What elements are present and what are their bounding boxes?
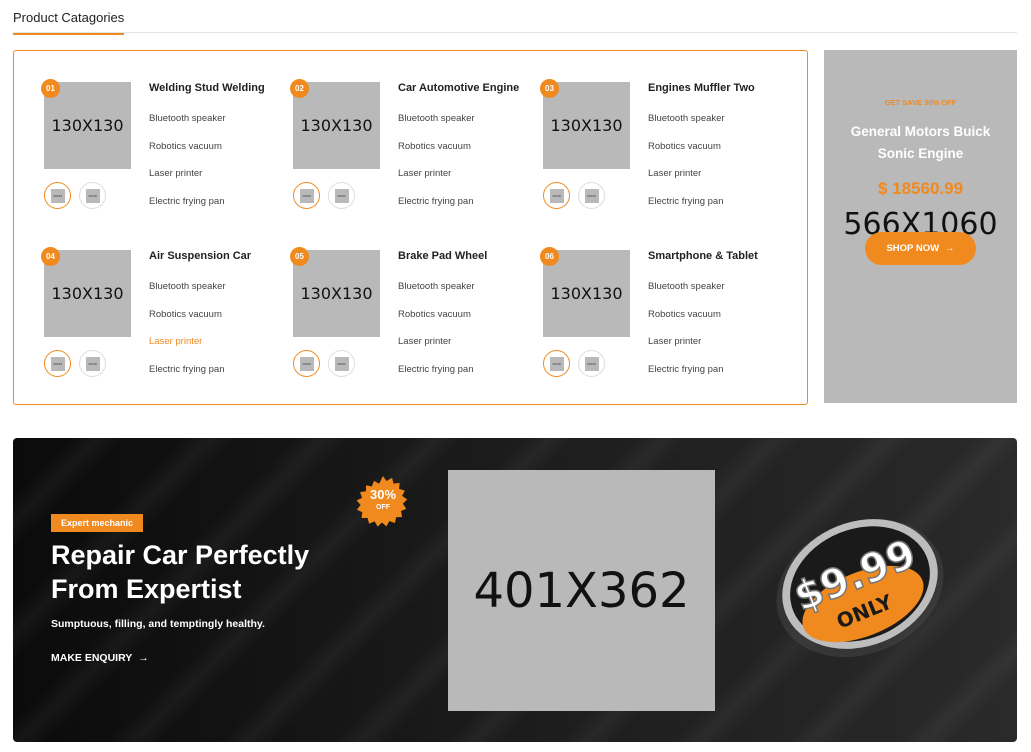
thumbnail-image: 30X30 [334,188,349,203]
categories-panel: 130X130 01 30X30 30X30 Welding Stud Weld… [13,50,808,405]
category-link[interactable]: Bluetooth speaker [398,281,475,309]
category-number-badge: 01 [41,79,60,98]
thumbnail-option[interactable]: 30X30 [328,350,355,377]
category-link[interactable]: Bluetooth speaker [648,281,725,309]
category-link[interactable]: Robotics vacuum [149,309,226,337]
thumbnail-option[interactable]: 30X30 [543,182,570,209]
category-links: Bluetooth speaker Robotics vacuum Laser … [149,281,226,391]
thumbnail-image: 30X30 [299,356,314,371]
category-link[interactable]: Electric frying pan [149,364,226,392]
category-link[interactable]: Bluetooth speaker [398,113,475,141]
category-card: 130X130 06 30X30 30X30 Smartphone & Tabl… [513,219,758,377]
promo-kicker: GET SAVE 30% OFF [884,98,957,107]
category-link[interactable]: Laser printer [398,168,475,196]
category-link[interactable]: Bluetooth speaker [648,113,725,141]
section-header: Product Catagories [13,0,1017,35]
category-link-hovered[interactable]: Laser printer [149,336,226,364]
category-name[interactable]: Brake Pad Wheel [398,250,487,262]
thumbnail-option[interactable]: 30X30 [328,182,355,209]
category-number-badge: 04 [41,247,60,266]
arrow-right-icon: → [945,243,955,254]
category-name[interactable]: Welding Stud Welding [149,82,265,94]
category-links: Bluetooth speaker Robotics vacuum Laser … [398,281,475,391]
discount-seal-percent: 30% [369,487,397,502]
banner-subtitle: Sumptuous, filling, and temptingly healt… [51,618,265,630]
thumbnail-option[interactable]: 30X30 [293,350,320,377]
category-link[interactable]: Bluetooth speaker [149,113,226,141]
thumbnail-image: 30X30 [85,188,100,203]
thumbnail-option[interactable]: 30X30 [578,182,605,209]
thumbnail-image: 30X30 [584,188,599,203]
thumbnail-image: 30X30 [584,356,599,371]
shop-now-button[interactable]: SHOP NOW → [865,232,976,265]
thumbnail-option[interactable]: 30X30 [293,182,320,209]
thumbnail-image: 30X30 [50,356,65,371]
category-links: Bluetooth speaker Robotics vacuum Laser … [648,281,725,391]
category-link[interactable]: Bluetooth speaker [149,281,226,309]
thumbnail-image: 30X30 [85,356,100,371]
category-card: 130X130 01 30X30 30X30 Welding Stud Weld… [14,51,265,209]
thumbnail-image: 30X30 [549,188,564,203]
category-card: 130X130 03 30X30 30X30 Engines Muffler T… [513,51,755,209]
category-name[interactable]: Smartphone & Tablet [648,250,758,262]
thumbnail-image: 30X30 [334,356,349,371]
banner-heading: Repair Car Perfectly From Expertist [51,538,309,606]
category-number-badge: 02 [290,79,309,98]
banner-image-placeholder: 401X362 [448,470,715,711]
thumbnail-option[interactable]: 30X30 [578,350,605,377]
category-link[interactable]: Electric frying pan [648,364,725,392]
banner-heading-line: Repair Car Perfectly [51,540,310,570]
thumbnail-option[interactable]: 30X30 [79,182,106,209]
promo-price: $ 18560.99 [877,179,964,198]
category-name[interactable]: Air Suspension Car [149,250,251,262]
thumbnail-image: 30X30 [50,188,65,203]
category-link[interactable]: Electric frying pan [398,364,475,392]
thumbnail-image: 30X30 [299,188,314,203]
category-link[interactable]: Laser printer [648,168,725,196]
thumbnail-image: 30X30 [549,356,564,371]
category-name[interactable]: Engines Muffler Two [648,82,755,94]
shop-now-label: SHOP NOW [886,243,940,254]
make-enquiry-link[interactable]: MAKE ENQUIRY → [51,652,149,664]
category-links: Bluetooth speaker Robotics vacuum Laser … [648,113,725,223]
category-card: 130X130 04 30X30 30X30 Air Suspension Ca… [14,219,254,377]
thumbnail-option[interactable]: 30X30 [44,350,71,377]
category-links: Bluetooth speaker Robotics vacuum Laser … [149,113,226,223]
category-link[interactable]: Robotics vacuum [648,309,725,337]
arrow-right-icon: → [138,652,149,664]
category-number-badge: 03 [540,79,559,98]
category-card: 130X130 05 30X30 30X30 Brake Pad Wheel B… [263,219,503,377]
category-card: 130X130 02 30X30 30X30 Car Automotive En… [263,51,519,209]
promo-card: GET SAVE 30% OFF General Motors Buick So… [824,50,1017,403]
category-links: Bluetooth speaker Robotics vacuum Laser … [398,113,475,223]
category-link[interactable]: Robotics vacuum [398,141,475,169]
category-number-badge: 05 [290,247,309,266]
make-enquiry-label: MAKE ENQUIRY [51,652,133,664]
category-link[interactable]: Robotics vacuum [149,141,226,169]
banner-tag: Expert mechanic [51,514,144,532]
category-name[interactable]: Car Automotive Engine [398,82,519,94]
category-link[interactable]: Robotics vacuum [398,309,475,337]
category-link[interactable]: Laser printer [398,336,475,364]
section-title: Product Catagories [13,10,125,35]
discount-seal-off: OFF [376,504,390,511]
thumbnail-option[interactable]: 30X30 [543,350,570,377]
price-badge: $9.99 ONLY [776,518,944,658]
category-link[interactable]: Laser printer [149,168,226,196]
thumbnail-option[interactable]: 30X30 [79,350,106,377]
promo-banner: Expert mechanic Repair Car Perfectly Fro… [13,438,1017,742]
discount-seal: 30% OFF [354,488,412,514]
category-number-badge: 06 [540,247,559,266]
promo-title: General Motors Buick Sonic Engine [850,124,991,161]
category-link[interactable]: Robotics vacuum [648,141,725,169]
banner-heading-line: From Expertist [51,574,242,604]
thumbnail-option[interactable]: 30X30 [44,182,71,209]
category-link[interactable]: Laser printer [648,336,725,364]
